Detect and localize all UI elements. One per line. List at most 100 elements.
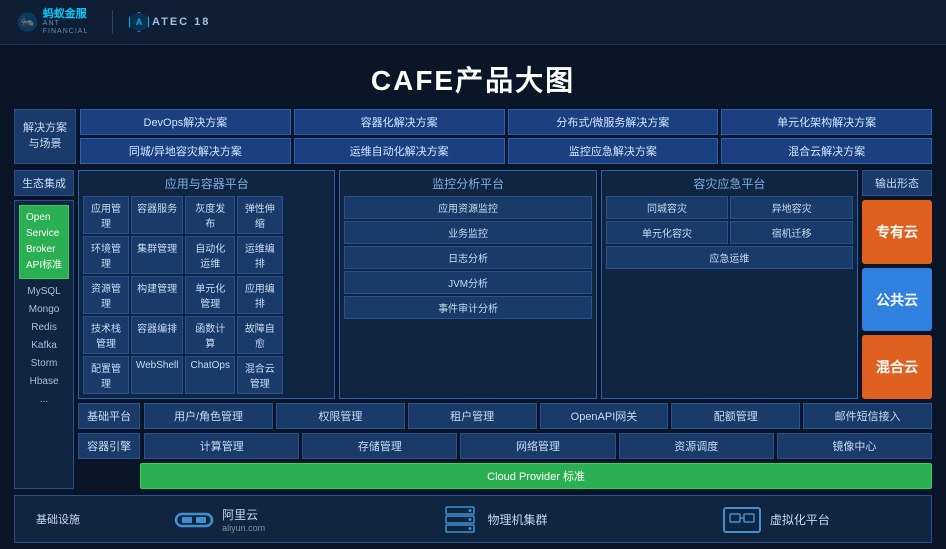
cell-audit-analysis: 事件审计分析 — [344, 296, 591, 319]
cell-app-monitor: 应用资源监控 — [344, 196, 591, 219]
bp-permission: 权限管理 — [276, 403, 405, 429]
app-grid: 应用管理 容器服务 灰度发布 弹性伸缩 环境管理 集群管理 自动化运维 运维编排… — [83, 196, 330, 394]
app-platform-title: 应用与容器平台 — [83, 175, 330, 192]
solution-ops-auto: 运维自动化解决方案 — [294, 138, 505, 164]
bp-user-role: 用户/角色管理 — [144, 403, 273, 429]
container-engine-row: 容器引擎 计算管理 存储管理 网络管理 资源调度 镜像中心 — [78, 433, 932, 459]
cell-env-mgmt: 环境管理 — [83, 236, 129, 274]
cell-container-svc: 容器服务 — [131, 196, 184, 234]
platform-area: 生态集成 OpenServiceBrokerAPI标准 MySQL Mongo … — [14, 170, 932, 489]
cell-cluster-mgmt: 集群管理 — [131, 236, 184, 274]
atec-text: ATEC 18 — [152, 16, 210, 28]
container-engine-label: 容器引擎 — [78, 433, 140, 459]
main-title: CAFE产品大图 — [0, 45, 946, 109]
container-engine-items: 计算管理 存储管理 网络管理 资源调度 镜像中心 — [144, 433, 932, 459]
cell-log-analysis: 日志分析 — [344, 246, 591, 269]
ant-icon: 🐜 — [16, 8, 39, 36]
bp-tenant: 租户管理 — [408, 403, 537, 429]
cell-same-city-disaster: 同城容灾 — [606, 196, 729, 219]
aliyun-text-area: 阿里云 aliyun.com — [222, 506, 265, 533]
cell-fault-heal: 故障自愈 — [237, 316, 283, 354]
bp-notification: 邮件短信接入 — [803, 403, 932, 429]
cell-empty-1 — [285, 196, 331, 234]
tech-hbase: Hbase — [19, 373, 69, 391]
solutions-row: 解决方案与场景 DevOps解决方案 容器化解决方案 分布式/微服务解决方案 单… — [14, 109, 932, 164]
ant-financial-logo: 🐜 蚂蚁金服 ANT FINANCIAL — [16, 8, 96, 36]
cell-resource-mgmt: 资源管理 — [83, 276, 129, 314]
ant-financial-text: 蚂蚁金服 — [43, 8, 96, 20]
ecology-sidebar: 生态集成 OpenServiceBrokerAPI标准 MySQL Mongo … — [14, 170, 74, 489]
physical-name: 物理机集群 — [488, 511, 548, 528]
cloud-provider-bar: Cloud Provider 标准 — [140, 463, 932, 489]
aliyun-icon — [174, 504, 214, 534]
tech-more: ... — [19, 391, 69, 409]
infra-aliyun: 阿里云 aliyun.com — [174, 504, 265, 534]
disaster-grid: 同城容灾 异地容灾 单元化容灾 宿机迁移 应急运维 — [606, 196, 853, 269]
virtual-icon — [722, 504, 762, 534]
virtual-name: 虚拟化平台 — [770, 511, 830, 528]
cell-empty-2 — [285, 236, 331, 274]
solutions-items: DevOps解决方案 容器化解决方案 分布式/微服务解决方案 单元化架构解决方案… — [76, 109, 932, 164]
aliyun-domain: aliyun.com — [222, 523, 265, 533]
logo-area: 🐜 蚂蚁金服 ANT FINANCIAL A ATEC 18 — [16, 8, 210, 36]
solution-devops: DevOps解决方案 — [80, 109, 291, 135]
solution-container: 容器化解决方案 — [294, 109, 505, 135]
output-label: 输出形态 — [862, 170, 932, 196]
physical-icon — [440, 504, 480, 534]
cell-unit-disaster: 单元化容灾 — [606, 221, 729, 244]
cell-empty-4 — [285, 316, 331, 354]
tech-mongo: Mongo — [19, 301, 69, 319]
output-forms: 输出形态 专有云 公共云 混合云 — [862, 170, 932, 399]
cell-auto-ops: 自动化运维 — [185, 236, 234, 274]
cell-remote-disaster: 异地容灾 — [730, 196, 853, 219]
cell-elastic: 弹性伸缩 — [237, 196, 283, 234]
cell-jvm-analysis: JVM分析 — [344, 271, 591, 294]
cell-vm-migrate: 宿机迁移 — [730, 221, 853, 244]
infra-label: 基础设施 — [29, 511, 87, 527]
tech-list: MySQL Mongo Redis Kafka Storm Hbase ... — [19, 283, 69, 409]
header-divider — [112, 10, 113, 34]
cell-biz-monitor: 业务监控 — [344, 221, 591, 244]
infra-physical: 物理机集群 — [440, 504, 548, 534]
solution-disaster: 同城/异地容灾解决方案 — [80, 138, 291, 164]
base-platform-row: 基础平台 用户/角色管理 权限管理 租户管理 OpenAPI网关 配额管理 邮件… — [78, 403, 932, 429]
tech-mysql: MySQL — [19, 283, 69, 301]
private-cloud-btn: 专有云 — [862, 200, 932, 264]
base-platform-label: 基础平台 — [78, 403, 140, 429]
bp-quota: 配额管理 — [671, 403, 800, 429]
ant-financial-en: ANT FINANCIAL — [43, 20, 96, 35]
monitor-platform-title: 监控分析平台 — [344, 175, 591, 192]
cell-empty-5 — [285, 356, 331, 394]
bp-openapi: OpenAPI网关 — [540, 403, 669, 429]
cell-ops-arrange: 运维编排 — [237, 236, 283, 274]
cell-gray-deploy: 灰度发布 — [185, 196, 234, 234]
base-platform-items: 用户/角色管理 权限管理 租户管理 OpenAPI网关 配额管理 邮件短信接入 — [144, 403, 932, 429]
cell-chatops: ChatOps — [185, 356, 234, 394]
solution-unitized: 单元化架构解决方案 — [721, 109, 932, 135]
cell-unit-mgmt: 单元化管理 — [185, 276, 234, 314]
atec-logo: A ATEC 18 — [129, 12, 210, 32]
cell-config-mgmt: 配置管理 — [83, 356, 129, 394]
virtual-svg — [722, 504, 762, 534]
public-cloud-btn: 公共云 — [862, 268, 932, 332]
cell-func-compute: 函数计算 — [185, 316, 234, 354]
aliyun-name: 阿里云 — [222, 506, 265, 523]
ce-compute: 计算管理 — [144, 433, 299, 459]
cell-container-arrange: 容器编排 — [131, 316, 184, 354]
ecology-content: OpenServiceBrokerAPI标准 MySQL Mongo Redis… — [14, 200, 74, 489]
cell-hybrid-cloud-mgmt: 混合云管理 — [237, 356, 283, 394]
infra-virtual: 虚拟化平台 — [722, 504, 830, 534]
solution-hybrid: 混合云解决方案 — [721, 138, 932, 164]
physical-svg — [440, 504, 480, 534]
infra-items: 阿里云 aliyun.com 物理机集群 — [87, 504, 917, 534]
content-area: 解决方案与场景 DevOps解决方案 容器化解决方案 分布式/微服务解决方案 单… — [0, 109, 946, 549]
atec-hex-icon: A — [129, 12, 149, 32]
header: 🐜 蚂蚁金服 ANT FINANCIAL A ATEC 18 — [0, 0, 946, 45]
app-container-platform: 应用与容器平台 应用管理 容器服务 灰度发布 弹性伸缩 环境管理 集群管理 自动… — [78, 170, 335, 399]
infrastructure-row: 基础设施 阿里云 aliyun.com — [14, 495, 932, 543]
solutions-label: 解决方案与场景 — [14, 109, 76, 164]
solution-monitor: 监控应急解决方案 — [508, 138, 719, 164]
ce-network: 网络管理 — [460, 433, 615, 459]
ce-image-center: 镜像中心 — [777, 433, 932, 459]
open-service-text: OpenServiceBrokerAPI标准 — [26, 210, 62, 274]
